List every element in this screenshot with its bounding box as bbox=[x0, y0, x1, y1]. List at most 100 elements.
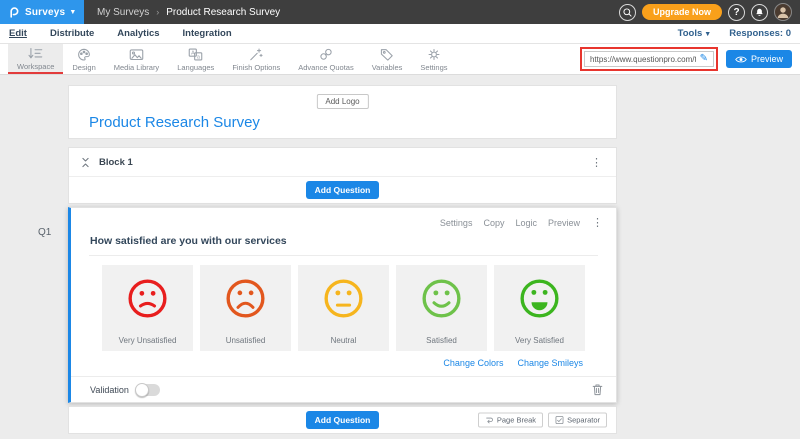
block-header: Block 1 ⋮ bbox=[69, 148, 616, 177]
translate-icon: A a bbox=[187, 47, 204, 62]
separator-icon bbox=[555, 416, 564, 425]
block-footer-actions: Page Break Separator bbox=[478, 413, 607, 428]
chevron-down-icon: ▼ bbox=[704, 31, 711, 38]
svg-text:A: A bbox=[191, 50, 195, 56]
question-menu-kebab-icon[interactable]: ⋮ bbox=[592, 216, 603, 229]
breadcrumb: My Surveys › Product Research Survey bbox=[84, 0, 293, 24]
toolbar-item-workspace[interactable]: Workspace bbox=[8, 44, 63, 74]
toolbar-item-label: Advance Quotas bbox=[298, 63, 353, 72]
edit-url-pencil-icon[interactable]: ✎ bbox=[700, 54, 708, 64]
collapse-block-button[interactable] bbox=[81, 156, 90, 169]
question-actions: Settings Copy Logic Preview ⋮ bbox=[71, 208, 616, 229]
smiley-options: Very Unsatisfied Unsatisfied bbox=[71, 265, 616, 351]
smiley-option-label: Very Satisfied bbox=[515, 336, 564, 345]
top-bar: Surveys ▼ My Surveys › Product Research … bbox=[0, 0, 800, 24]
product-menu[interactable]: Surveys ▼ bbox=[0, 0, 84, 24]
tab-integration[interactable]: Integration bbox=[183, 28, 232, 39]
toolbar-item-label: Finish Options bbox=[232, 63, 280, 72]
question-action-settings[interactable]: Settings bbox=[440, 218, 473, 228]
tag-icon bbox=[379, 47, 395, 62]
smiley-option-unsatisfied[interactable]: Unsatisfied bbox=[200, 265, 291, 351]
workspace-icon bbox=[27, 46, 44, 61]
smiley-option-neutral[interactable]: Neutral bbox=[298, 265, 389, 351]
satisfied-smiley-icon bbox=[419, 276, 464, 321]
share-url-text: https://www.questionpro.com/t/AEmOxZ bbox=[590, 55, 696, 64]
tools-menu[interactable]: Tools▼ bbox=[678, 28, 712, 39]
survey-title[interactable]: Product Research Survey bbox=[89, 114, 260, 131]
very-satisfied-smiley-icon bbox=[517, 276, 562, 321]
toolbar-item-design[interactable]: Design bbox=[63, 44, 104, 74]
separator-button[interactable]: Separator bbox=[548, 413, 607, 428]
toolbar-item-label: Languages bbox=[177, 63, 214, 72]
validation-row: Validation bbox=[71, 376, 616, 402]
toolbar-item-label: Workspace bbox=[17, 62, 54, 71]
chevron-down-icon: ▼ bbox=[69, 9, 76, 16]
question-divider bbox=[89, 255, 598, 256]
bell-icon bbox=[754, 7, 765, 18]
help-button[interactable]: ? bbox=[728, 4, 745, 21]
validation-toggle[interactable] bbox=[136, 384, 160, 396]
person-icon bbox=[775, 4, 791, 20]
add-question-row-top: Add Question bbox=[69, 177, 616, 203]
trash-icon bbox=[592, 383, 603, 396]
tab-distribute[interactable]: Distribute bbox=[50, 28, 94, 39]
validation-label: Validation bbox=[90, 385, 129, 395]
question-number: Q1 bbox=[38, 227, 51, 238]
page-break-icon bbox=[485, 416, 494, 425]
tab-edit[interactable]: Edit bbox=[9, 28, 27, 39]
tab-analytics[interactable]: Analytics bbox=[117, 28, 159, 39]
question-card[interactable]: Settings Copy Logic Preview ⋮ How satisf… bbox=[68, 207, 617, 403]
add-question-button-top[interactable]: Add Question bbox=[306, 181, 380, 199]
upgrade-now-button[interactable]: Upgrade Now bbox=[642, 4, 722, 20]
survey-canvas: Q1 Add Logo Product Research Survey Bloc… bbox=[0, 75, 800, 439]
smiley-option-very-unsatisfied[interactable]: Very Unsatisfied bbox=[102, 265, 193, 351]
toolbar-item-languages[interactable]: A a Languages bbox=[168, 44, 223, 74]
very-unsatisfied-smiley-icon bbox=[125, 276, 170, 321]
survey-stack: Add Logo Product Research Survey Block 1… bbox=[68, 85, 617, 434]
toolbar-item-settings[interactable]: Settings bbox=[411, 44, 456, 74]
delete-question-button[interactable] bbox=[592, 383, 603, 396]
breadcrumb-my-surveys[interactable]: My Surveys bbox=[97, 7, 149, 18]
question-text[interactable]: How satisfied are you with our services bbox=[90, 235, 616, 247]
question-action-copy[interactable]: Copy bbox=[483, 218, 504, 228]
product-menu-label: Surveys bbox=[25, 7, 65, 18]
breadcrumb-separator: › bbox=[156, 7, 159, 17]
add-question-button-bottom[interactable]: Add Question bbox=[306, 411, 380, 429]
toolbar-item-variables[interactable]: Variables bbox=[363, 44, 412, 74]
share-url-field[interactable]: https://www.questionpro.com/t/AEmOxZ ✎ bbox=[584, 51, 714, 67]
toolbar-item-label: Design bbox=[72, 63, 95, 72]
palette-icon bbox=[76, 47, 92, 62]
question-action-logic[interactable]: Logic bbox=[515, 218, 537, 228]
page-break-button[interactable]: Page Break bbox=[478, 413, 543, 428]
chain-icon bbox=[318, 47, 334, 62]
question-action-preview[interactable]: Preview bbox=[548, 218, 580, 228]
smiley-option-label: Neutral bbox=[331, 336, 357, 345]
page-break-label: Page Break bbox=[497, 416, 536, 425]
smiley-option-very-satisfied[interactable]: Very Satisfied bbox=[494, 265, 585, 351]
eye-icon bbox=[735, 55, 747, 64]
smiley-option-label: Satisfied bbox=[426, 336, 457, 345]
breadcrumb-current-survey: Product Research Survey bbox=[166, 7, 280, 18]
search-icon bbox=[622, 7, 633, 18]
user-avatar[interactable] bbox=[774, 3, 792, 21]
toolbar-right-group: https://www.questionpro.com/t/AEmOxZ ✎ P… bbox=[580, 44, 792, 74]
smiley-option-label: Unsatisfied bbox=[226, 336, 266, 345]
block-name[interactable]: Block 1 bbox=[99, 157, 133, 168]
notifications-button[interactable] bbox=[751, 4, 768, 21]
toolbar-item-finish-options[interactable]: Finish Options bbox=[223, 44, 289, 74]
smiley-option-satisfied[interactable]: Satisfied bbox=[396, 265, 487, 351]
change-smileys-link[interactable]: Change Smileys bbox=[517, 358, 583, 368]
toolbar-item-advance-quotas[interactable]: Advance Quotas bbox=[289, 44, 362, 74]
block-menu-kebab-icon[interactable]: ⋮ bbox=[591, 156, 602, 169]
add-logo-button[interactable]: Add Logo bbox=[316, 94, 368, 109]
block-card: Block 1 ⋮ Add Question bbox=[68, 147, 617, 204]
toolbar-item-label: Media Library bbox=[114, 63, 159, 72]
toolbar-item-media-library[interactable]: Media Library bbox=[105, 44, 168, 74]
responses-count[interactable]: Responses: 0 bbox=[729, 28, 791, 39]
preview-button[interactable]: Preview bbox=[726, 50, 792, 68]
gear-icon bbox=[426, 47, 442, 62]
topbar-actions: Upgrade Now ? bbox=[619, 0, 800, 24]
search-button[interactable] bbox=[619, 4, 636, 21]
questionpro-logo-icon bbox=[7, 4, 21, 20]
change-colors-link[interactable]: Change Colors bbox=[443, 358, 503, 368]
